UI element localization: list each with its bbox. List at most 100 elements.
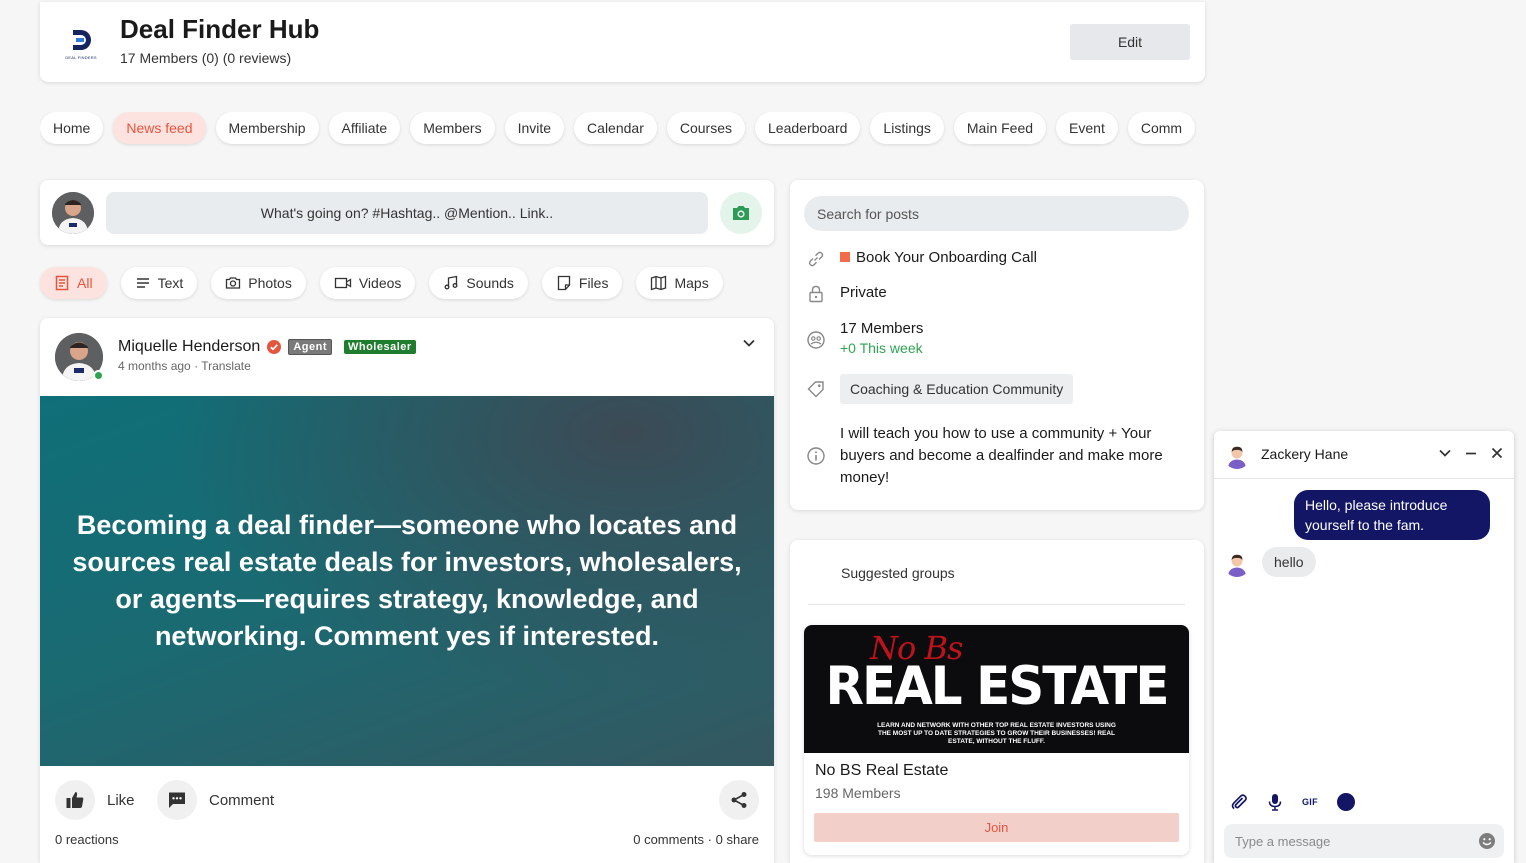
tab-community[interactable]: Comm bbox=[1127, 112, 1196, 144]
online-status-dot bbox=[93, 370, 104, 381]
chat-header[interactable]: Zackery Hane bbox=[1214, 431, 1514, 479]
group-name[interactable]: No BS Real Estate bbox=[815, 762, 948, 780]
chat-toolbar: GIF bbox=[1230, 793, 1355, 811]
reactions-count[interactable]: 0 reactions bbox=[55, 832, 119, 847]
video-icon bbox=[334, 277, 351, 289]
onboarding-color-square bbox=[840, 252, 850, 262]
filter-all[interactable]: All bbox=[40, 267, 107, 299]
comment-button[interactable]: Comment bbox=[157, 780, 274, 820]
members-count[interactable]: 17 Members bbox=[840, 320, 923, 337]
chat-message-outgoing: Hello, please introduce yourself to the … bbox=[1294, 490, 1490, 540]
filter-files[interactable]: Files bbox=[541, 267, 623, 299]
group-cover-image[interactable]: No Bs REAL ESTATE LEARN AND NETWORK WITH… bbox=[804, 625, 1189, 753]
user-avatar-icon bbox=[1224, 443, 1250, 469]
filter-text[interactable]: Text bbox=[120, 267, 198, 299]
members-this-week: +0 This week bbox=[840, 340, 923, 356]
filter-label: Text bbox=[157, 275, 184, 291]
tab-main-feed[interactable]: Main Feed bbox=[953, 112, 1047, 144]
edit-button[interactable]: Edit bbox=[1070, 24, 1190, 60]
verified-badge-icon bbox=[267, 340, 282, 354]
post-composer: What's going on? #Hashtag.. @Mention.. L… bbox=[40, 180, 774, 245]
link-icon bbox=[808, 251, 824, 267]
chat-window: Zackery Hane Hello, please introduce you… bbox=[1214, 431, 1514, 863]
author-avatar[interactable] bbox=[55, 333, 104, 381]
avatar[interactable] bbox=[52, 192, 94, 234]
tab-courses[interactable]: Courses bbox=[666, 112, 746, 144]
join-group-button[interactable]: Join bbox=[814, 813, 1179, 842]
chat-color-picker[interactable] bbox=[1336, 793, 1355, 811]
search-posts-input[interactable]: Search for posts bbox=[804, 196, 1189, 231]
minimize-icon[interactable] bbox=[1464, 446, 1478, 460]
tab-invite[interactable]: Invite bbox=[504, 112, 565, 144]
filter-photos[interactable]: Photos bbox=[211, 267, 306, 299]
group-members-reviews[interactable]: 17 Members (0) (0 reviews) bbox=[120, 50, 291, 66]
onboarding-link-row[interactable]: Book Your Onboarding Call bbox=[806, 249, 1037, 269]
category-chip[interactable]: Coaching & Education Community bbox=[840, 374, 1074, 404]
paperclip-icon[interactable] bbox=[1230, 793, 1248, 811]
emoji-icon[interactable] bbox=[1478, 832, 1496, 850]
chevron-down-icon[interactable] bbox=[1438, 446, 1452, 460]
chat-contact-avatar bbox=[1224, 443, 1250, 469]
group-description: I will teach you how to use a community … bbox=[840, 425, 1163, 486]
comment-label: Comment bbox=[209, 791, 275, 809]
chat-window-controls bbox=[1438, 446, 1504, 460]
onboarding-link[interactable]: Book Your Onboarding Call bbox=[840, 249, 1037, 266]
close-icon[interactable] bbox=[1490, 446, 1504, 460]
filter-videos[interactable]: Videos bbox=[319, 267, 416, 299]
post-options-button[interactable] bbox=[742, 336, 756, 350]
translate-link[interactable]: Translate bbox=[201, 359, 251, 373]
chat-contact-name: Zackery Hane bbox=[1261, 446, 1349, 462]
filter-sounds[interactable]: Sounds bbox=[429, 267, 528, 299]
user-photo-icon bbox=[52, 192, 94, 234]
author-name[interactable]: Miquelle Henderson bbox=[118, 338, 260, 356]
like-button[interactable]: Like bbox=[55, 780, 135, 820]
tab-calendar[interactable]: Calendar bbox=[574, 112, 657, 144]
tab-members[interactable]: Members bbox=[410, 112, 495, 144]
group-nav-tabs: Home News feed Membership Affiliate Memb… bbox=[40, 112, 1208, 148]
tab-home[interactable]: Home bbox=[40, 112, 104, 144]
group-header: DEAL FINDERS Deal Finder Hub 17 Members … bbox=[40, 2, 1205, 82]
share-button[interactable] bbox=[719, 780, 759, 820]
post-meta: 4 months ago · Translate bbox=[118, 359, 251, 373]
suggested-groups-title: Suggested groups bbox=[841, 565, 955, 581]
thumbs-up-icon bbox=[66, 792, 84, 808]
tab-news-feed[interactable]: News feed bbox=[113, 112, 206, 144]
like-icon-circle bbox=[55, 780, 95, 820]
comments-count[interactable]: 0 comments bbox=[633, 832, 704, 847]
tab-membership[interactable]: Membership bbox=[215, 112, 319, 144]
tag-icon bbox=[807, 381, 824, 398]
suggested-group-card[interactable]: No Bs REAL ESTATE LEARN AND NETWORK WITH… bbox=[804, 625, 1189, 855]
file-icon bbox=[557, 275, 571, 291]
tab-affiliate[interactable]: Affiliate bbox=[328, 112, 401, 144]
map-icon bbox=[651, 275, 667, 291]
document-icon bbox=[55, 275, 69, 291]
gif-button[interactable]: GIF bbox=[1302, 797, 1318, 807]
comment-icon-circle bbox=[157, 780, 197, 820]
music-note-icon bbox=[444, 275, 458, 290]
comment-bubble-icon bbox=[169, 792, 185, 808]
post-composer-input[interactable]: What's going on? #Hashtag.. @Mention.. L… bbox=[106, 192, 708, 234]
tab-leaderboard[interactable]: Leaderboard bbox=[755, 112, 861, 144]
group-members-count: 198 Members bbox=[815, 785, 901, 801]
privacy-row: Private bbox=[806, 284, 887, 304]
filter-label: All bbox=[77, 275, 93, 291]
filter-maps[interactable]: Maps bbox=[636, 267, 723, 299]
chat-message-avatar bbox=[1224, 551, 1250, 577]
shares-count[interactable]: 0 share bbox=[716, 832, 759, 847]
chevron-down-icon bbox=[743, 339, 755, 347]
filter-label: Photos bbox=[248, 275, 292, 291]
filter-label: Sounds bbox=[466, 275, 514, 291]
tab-event[interactable]: Event bbox=[1056, 112, 1118, 144]
members-row: 17 Members +0 This week bbox=[806, 320, 923, 356]
camera-icon bbox=[733, 206, 749, 220]
camera-button[interactable] bbox=[720, 192, 762, 234]
deal-finder-logo[interactable]: DEAL FINDERS bbox=[56, 18, 106, 68]
tab-listings[interactable]: Listings bbox=[870, 112, 944, 144]
microphone-icon[interactable] bbox=[1267, 793, 1283, 811]
group-image-title: REAL ESTATE bbox=[825, 655, 1169, 717]
post-text-banner: Becoming a deal finder—someone who locat… bbox=[40, 396, 774, 766]
chat-message-input[interactable]: Type a message bbox=[1224, 824, 1504, 858]
user-avatar-icon bbox=[1224, 551, 1250, 577]
logo-mark-icon bbox=[73, 29, 91, 50]
category-row: Coaching & Education Community bbox=[806, 374, 1074, 404]
